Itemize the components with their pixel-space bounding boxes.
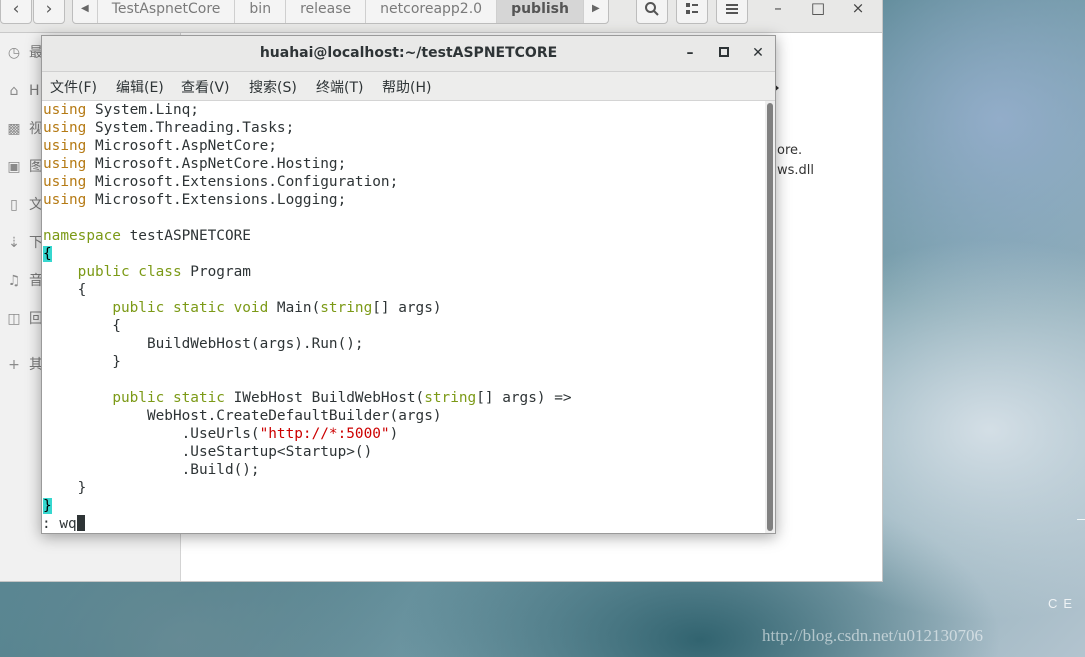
forward-button[interactable]: › (33, 0, 65, 24)
maximize-button[interactable]: □ (807, 0, 829, 18)
breadcrumb-scroll-right[interactable]: ▶ (584, 0, 608, 23)
file-name-fragment[interactable]: ore. (777, 143, 802, 158)
music-icon: ♫ (7, 273, 21, 289)
code-line: public class Program (77, 264, 251, 280)
breadcrumb-scroll-left[interactable]: ◀ (73, 0, 98, 23)
desktop-brand-text: CE (1048, 596, 1079, 611)
code-line: using System.Threading.Tasks; (43, 120, 295, 136)
code-line: { (43, 318, 121, 334)
back-button[interactable]: ‹ (0, 0, 32, 24)
code-line: using Microsoft.AspNetCore; (43, 138, 277, 154)
code-line: .UseStartup<Startup>() (43, 444, 373, 460)
chevron-left-icon: ‹ (12, 0, 20, 19)
video-icon: ▩ (7, 121, 21, 137)
file-manager-headerbar: ‹ › ◀ TestAspnetCore bin release netcore… (0, 0, 882, 33)
download-icon: ⇣ (8, 235, 20, 251)
menu-edit[interactable]: 编辑(E) (116, 77, 164, 97)
code-line: using Microsoft.AspNetCore.Hosting; (43, 156, 347, 172)
breadcrumb-item[interactable]: netcoreapp2.0 (366, 0, 498, 23)
minimize-button[interactable]: – (681, 44, 699, 62)
list-view-icon (686, 3, 698, 14)
window-title: huahai@localhost:~/testASPNETCORE (259, 45, 558, 61)
minimize-icon: – (686, 45, 694, 61)
menu-file[interactable]: 文件(F) (50, 77, 97, 97)
maximize-icon: □ (810, 0, 826, 17)
terminal-text-area[interactable]: using System.Linq; using System.Threadin… (42, 101, 765, 533)
code-line: using Microsoft.Extensions.Logging; (43, 192, 347, 208)
code-line: { (43, 282, 87, 298)
close-button[interactable]: × (847, 0, 869, 18)
terminal-window: huahai@localhost:~/testASPNETCORE – ✕ 文件… (41, 35, 776, 534)
home-icon: ⌂ (9, 83, 19, 99)
menu-terminal[interactable]: 终端(T) (316, 77, 363, 97)
hamburger-icon (726, 4, 738, 14)
code-line: } (43, 354, 121, 370)
triangle-right-icon: ▶ (591, 3, 600, 14)
code-line: } (43, 498, 52, 514)
watermark-text: http://blog.csdn.net/u012130706 (762, 626, 983, 645)
minimize-button[interactable]: – (767, 0, 789, 18)
menu-search[interactable]: 搜索(S) (249, 77, 297, 97)
code-line: using Microsoft.Extensions.Configuration… (43, 174, 399, 190)
minimize-icon: – (774, 0, 782, 17)
chevron-right-icon: › (45, 0, 53, 19)
menu-help[interactable]: 帮助(H) (382, 77, 431, 97)
close-icon: ✕ (752, 45, 764, 61)
search-icon (645, 2, 659, 16)
maximize-button[interactable] (715, 44, 733, 62)
scrollbar-thumb[interactable] (767, 103, 773, 531)
breadcrumb: ◀ TestAspnetCore bin release netcoreapp2… (72, 0, 609, 24)
terminal-scrollbar[interactable] (765, 101, 775, 533)
file-name-fragment[interactable]: ws.dll (777, 163, 814, 178)
maximize-icon (719, 47, 729, 57)
terminal-menubar: 文件(F) 编辑(E) 查看(V) 搜索(S) 终端(T) 帮助(H) (42, 72, 775, 101)
breadcrumb-item-current[interactable]: publish (497, 0, 584, 23)
menu-button[interactable] (716, 0, 748, 24)
breadcrumb-item[interactable]: release (286, 0, 367, 23)
triangle-left-icon: ◀ (81, 3, 89, 14)
trash-icon: ◫ (7, 311, 21, 327)
code-line: namespace testASPNETCORE (43, 228, 251, 244)
plus-icon: + (8, 357, 20, 373)
view-list-button[interactable] (676, 0, 708, 24)
code-line: } (43, 480, 87, 496)
vim-command-line[interactable]: : wq (42, 515, 85, 533)
close-icon: × (851, 0, 865, 17)
code-line: using System.Linq; (43, 102, 199, 118)
code-line: public static IWebHost BuildWebHost(stri… (112, 390, 572, 406)
code-line: public static void Main(string[] args) (112, 300, 442, 316)
breadcrumb-item[interactable]: TestAspnetCore (98, 0, 236, 23)
desktop-mark (1077, 519, 1085, 520)
search-button[interactable] (636, 0, 668, 24)
breadcrumb-item[interactable]: bin (235, 0, 287, 23)
code-line: .Build(); (43, 462, 260, 478)
clock-icon: ◷ (7, 45, 21, 61)
document-icon: ▯ (10, 197, 18, 213)
sidebar-item-label: H (29, 83, 40, 99)
code-line: BuildWebHost(args).Run(); (43, 336, 364, 352)
camera-icon: ▣ (7, 159, 21, 175)
code-line: .UseUrls("http://*:5000") (43, 426, 399, 442)
close-button[interactable]: ✕ (749, 44, 767, 62)
menu-view[interactable]: 查看(V) (181, 77, 230, 97)
terminal-titlebar[interactable]: huahai@localhost:~/testASPNETCORE – ✕ (42, 36, 775, 72)
vim-command-text: : wq (42, 516, 77, 532)
text-cursor (76, 515, 85, 531)
code-line: { (43, 246, 52, 262)
code-line: WebHost.CreateDefaultBuilder(args) (43, 408, 442, 424)
